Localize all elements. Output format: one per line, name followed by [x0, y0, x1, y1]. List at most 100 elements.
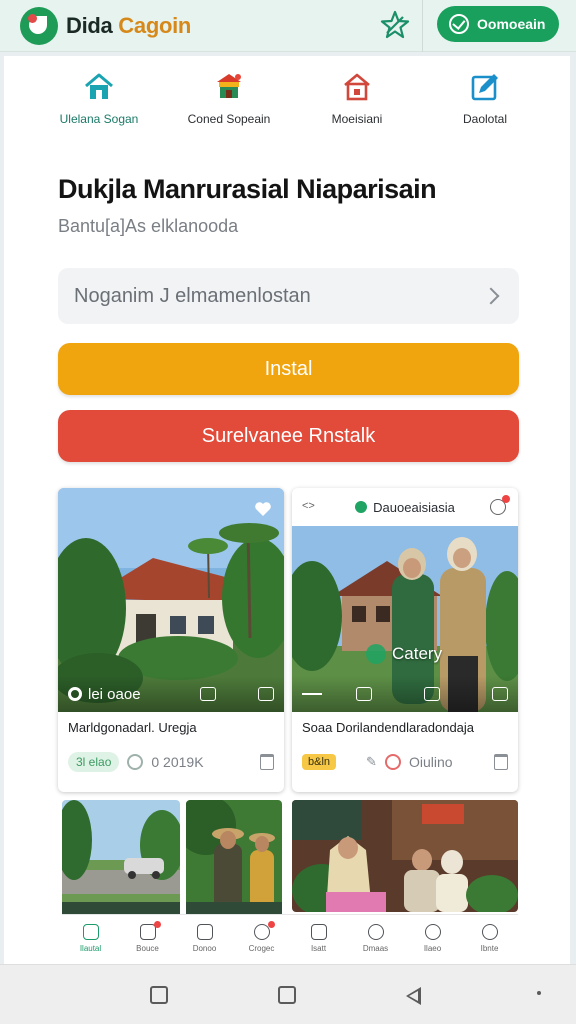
photo-overlay-tag: Catery	[366, 644, 442, 664]
card-tag[interactable]: 3l elao	[68, 752, 120, 772]
notification-icon[interactable]	[490, 495, 510, 515]
category-item-2[interactable]: Coned Sopeain	[164, 70, 294, 126]
share-icon[interactable]	[258, 687, 274, 701]
category-label: Ulelana Sogan	[59, 112, 139, 126]
code-icon[interactable]: <>	[302, 500, 315, 512]
home-button[interactable]	[278, 986, 296, 1004]
card-title: Soaa Dorilandendlaradondaja	[302, 720, 475, 735]
recents-button[interactable]	[150, 986, 168, 1004]
nav-label: Donoo	[192, 944, 217, 953]
badge-dot	[153, 921, 161, 928]
card-photo: Catery	[292, 526, 518, 712]
nav-label: Dmaas	[362, 944, 389, 953]
pencil-icon[interactable]: ✎	[366, 754, 377, 770]
bottom-nav: Ilautal Bouce Donoo Crogec Isatt Dmaas I…	[62, 914, 518, 962]
search-icon	[424, 924, 441, 940]
category-label: Daolotal	[462, 112, 508, 126]
nav-label: Isatt	[310, 944, 327, 953]
card-meta-value: 0 2019K	[151, 754, 204, 770]
nav-item-chat[interactable]: Dmaas	[347, 915, 404, 962]
bookmark-icon[interactable]	[492, 687, 508, 701]
card-header-title: Dauoeaisiasia	[373, 499, 455, 515]
card-meta-value: Oiulino	[408, 754, 453, 770]
nav-label: Ilaeo	[423, 944, 442, 953]
nav-item-tag[interactable]: Bouce	[119, 915, 176, 962]
page-subtitle: Bantu[a]As elklanooda	[58, 216, 239, 236]
content-card[interactable]: <> Dauoeaisiasia Catery Soaa Dorilandend…	[292, 488, 518, 792]
clock-icon	[127, 754, 144, 770]
more-icon[interactable]	[537, 991, 541, 995]
home-icon	[85, 73, 113, 99]
card-tag[interactable]: b&ln	[302, 754, 337, 770]
nav-item-search[interactable]: Ilaeo	[404, 915, 461, 962]
back-button[interactable]	[406, 987, 421, 1005]
comment-icon[interactable]	[200, 687, 216, 701]
card-header: <> Dauoeaisiasia	[292, 488, 518, 526]
nav-item-calendar[interactable]: Donoo	[176, 915, 233, 962]
top-app-bar: Dida Cagoin Oomoeain	[0, 0, 576, 52]
bag-icon	[310, 924, 327, 940]
photo-caption: lei oaoe	[88, 685, 141, 703]
search-input[interactable]: Noganim J elmamenlostan	[58, 268, 519, 324]
thumbnail-strip	[62, 902, 180, 914]
category-item-3[interactable]: Moeisiani	[292, 70, 422, 126]
photo-action-bar	[292, 676, 518, 712]
heart-icon[interactable]	[254, 500, 272, 518]
women-gathering-image	[292, 800, 518, 912]
thumbnail-image[interactable]	[186, 800, 282, 912]
star-icon[interactable]	[378, 8, 412, 42]
category-nav: Ulelana Sogan Coned Sopeain Moeisiani Da…	[4, 56, 570, 140]
search-placeholder: Noganim J elmamenlostan	[74, 284, 311, 307]
house-icon	[344, 73, 370, 101]
nav-label: Crogec	[248, 944, 275, 953]
brand-name: Dida Cagoin	[66, 13, 191, 39]
category-label: Coned Sopeain	[187, 112, 271, 126]
nav-item-bag[interactable]: Isatt	[290, 915, 347, 962]
alert-button[interactable]: Surelvanee Rnstalk	[58, 410, 519, 462]
content-card[interactable]: lei oaoe Marldgonadarl. Uregja 3l elao 0…	[58, 488, 284, 792]
time-icon	[384, 754, 401, 770]
logo-dot	[28, 14, 37, 23]
header-action-button[interactable]: Oomoeain	[437, 6, 559, 42]
photo-overlay-label: Catery	[392, 644, 443, 663]
header-action-label: Oomoeain	[477, 16, 546, 32]
edit-icon	[471, 74, 498, 101]
category-label: Moeisiani	[331, 112, 383, 126]
trash-icon[interactable]	[260, 754, 274, 770]
card-meta: 3l elao 0 2019K	[68, 750, 274, 774]
chevron-right-icon	[482, 287, 500, 305]
app-logo[interactable]	[20, 7, 58, 45]
nav-label: Bouce	[136, 944, 159, 953]
share-icon[interactable]	[356, 687, 372, 701]
category-item-4[interactable]: Daolotal	[420, 70, 550, 126]
category-item-1[interactable]: Ulelana Sogan	[34, 70, 164, 126]
chat-icon	[367, 924, 384, 940]
user-icon	[481, 924, 498, 940]
temple-icon	[217, 74, 241, 98]
trash-icon[interactable]	[494, 754, 508, 770]
badge-dot	[267, 921, 275, 928]
nav-label: Ibnte	[480, 944, 499, 953]
thumbnail-image[interactable]	[292, 800, 518, 912]
road-village-image	[62, 800, 180, 912]
page-title: Dukjla Manrurasial Niaparisain	[58, 174, 437, 204]
install-button[interactable]: Instal	[58, 343, 519, 395]
card-photo: lei oaoe	[58, 488, 284, 712]
heart-icon	[253, 924, 270, 940]
nav-item-user[interactable]: Ibnte	[461, 915, 518, 962]
comment-icon[interactable]	[424, 687, 440, 701]
brand-name-part2: Cagoin	[118, 13, 192, 38]
green-dot-icon	[355, 501, 368, 513]
record-icon[interactable]	[68, 687, 82, 701]
play-icon[interactable]	[366, 644, 386, 664]
nav-item-heart[interactable]: Crogec	[233, 915, 290, 962]
check-circle-icon	[449, 14, 469, 34]
nav-item-home[interactable]: Ilautal	[62, 915, 119, 962]
home-icon	[82, 924, 99, 940]
thumbnail-image[interactable]	[62, 800, 180, 912]
photo-action-bar: lei oaoe	[58, 676, 284, 712]
system-nav-bar	[0, 964, 576, 1024]
minus-icon[interactable]	[302, 693, 322, 695]
nav-label: Ilautal	[79, 944, 102, 953]
brand-name-part1: Dida	[66, 13, 113, 38]
